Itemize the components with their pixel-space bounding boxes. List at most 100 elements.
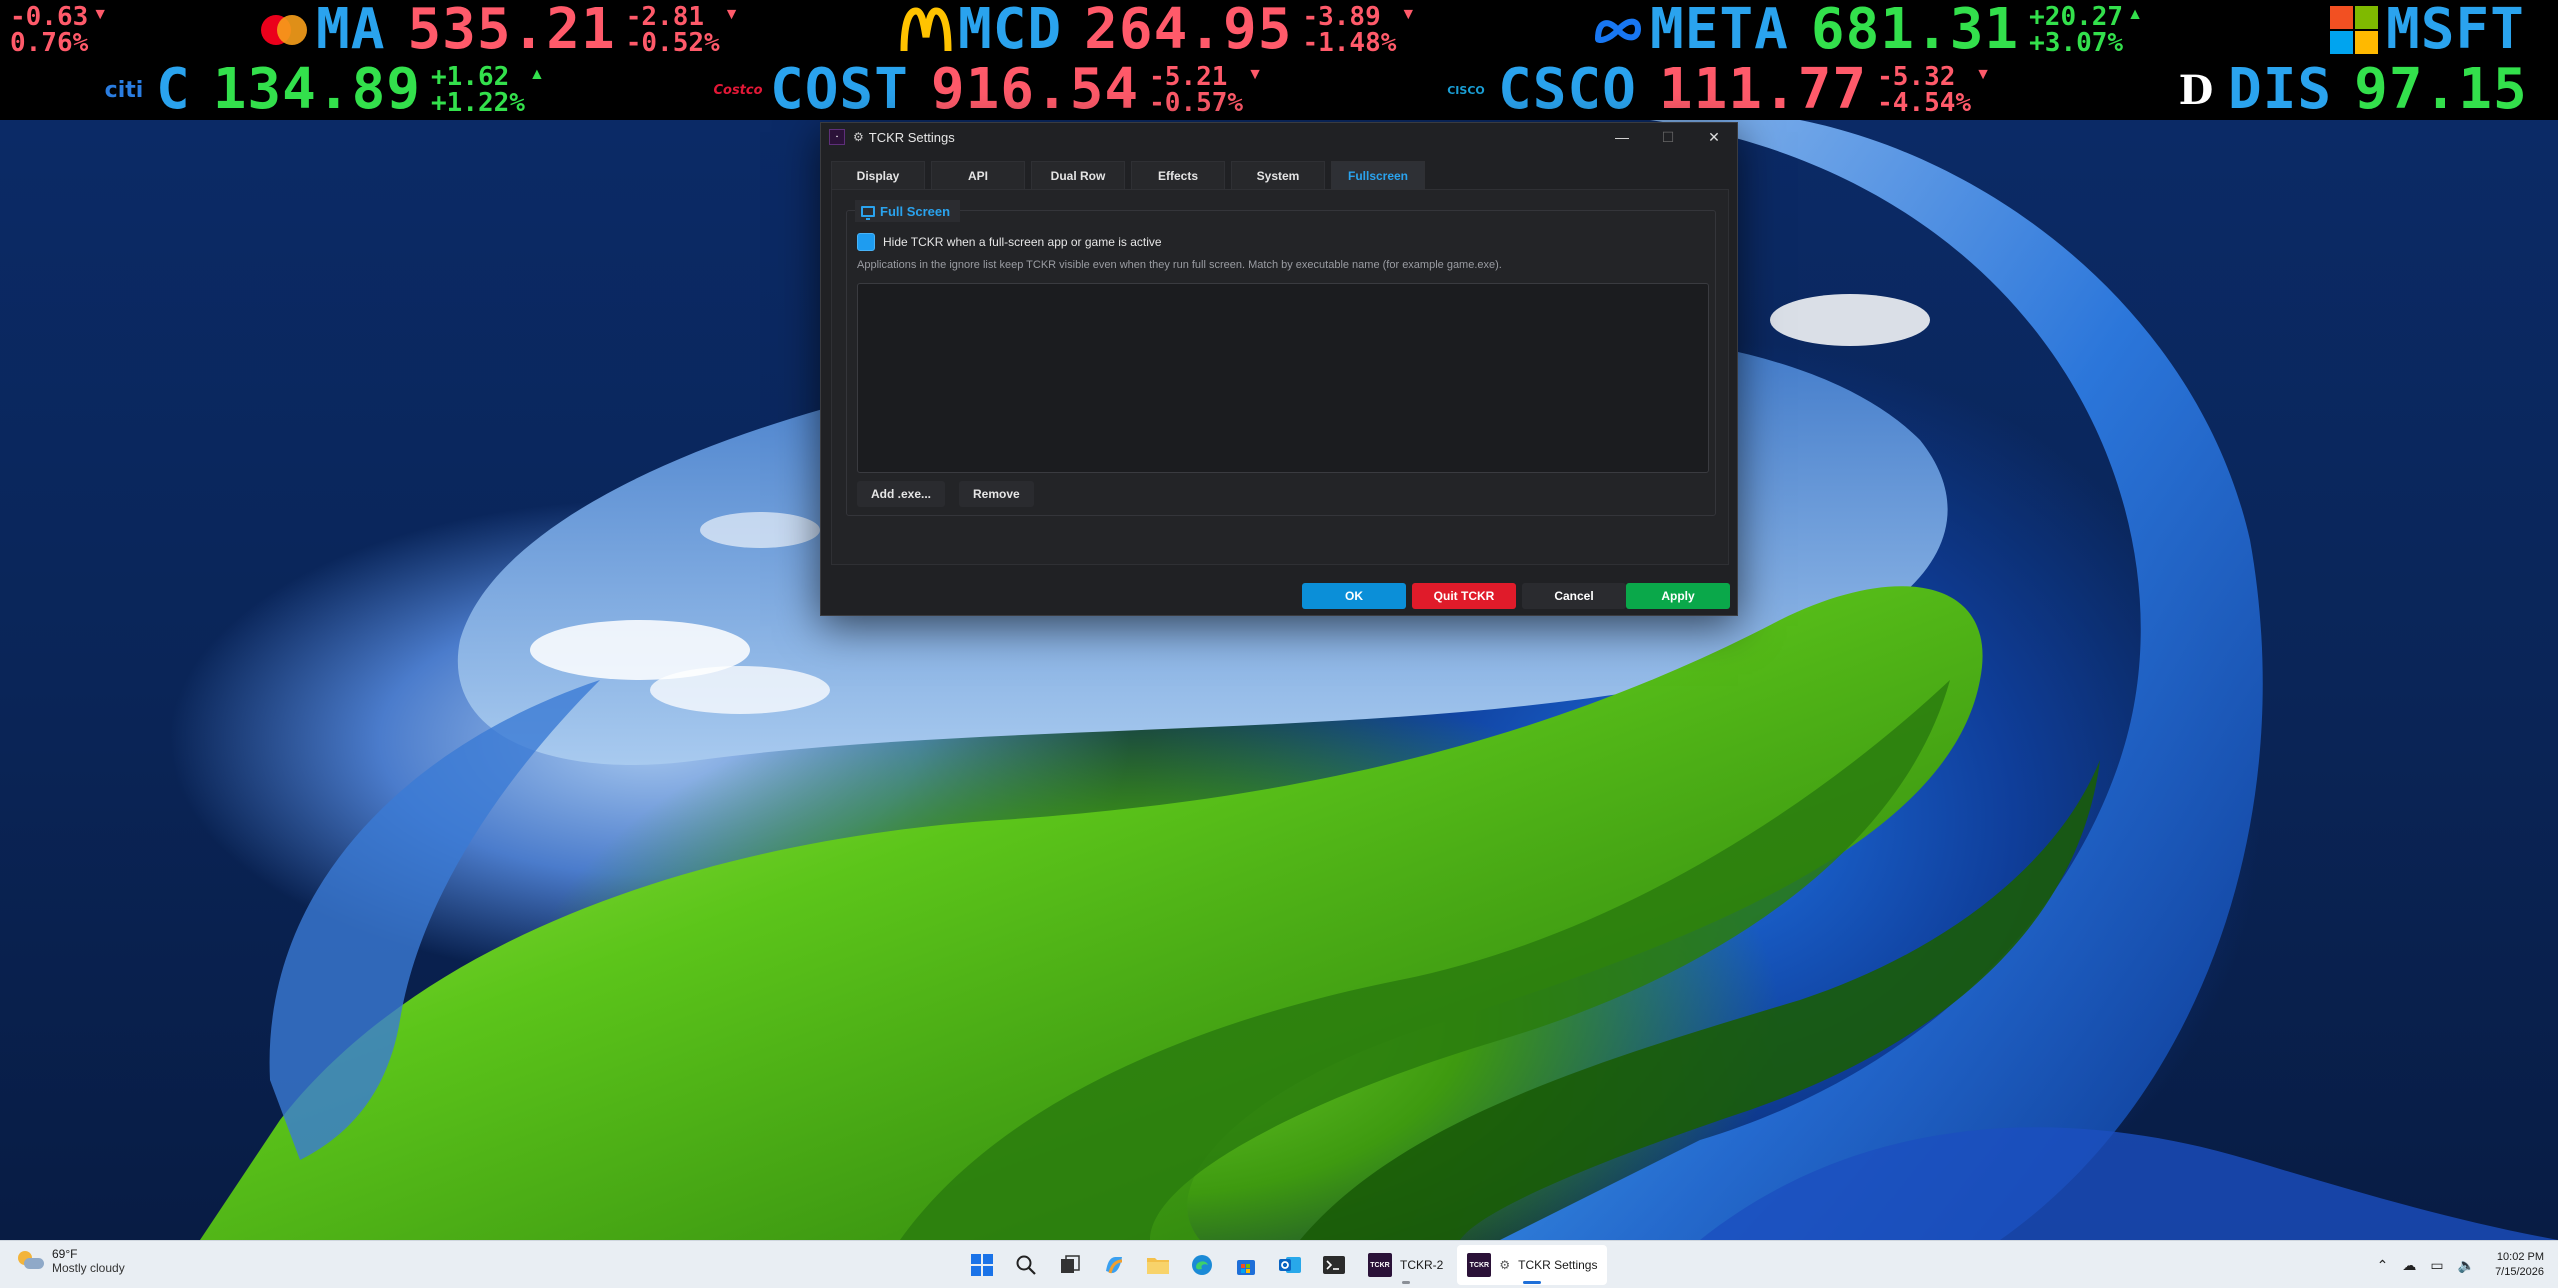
outlook-button[interactable] [1270,1245,1310,1285]
cisco-logo-icon: CISCO [1447,83,1485,97]
apply-button[interactable]: Apply [1626,583,1730,609]
minimize-button[interactable]: — [1599,123,1645,151]
tab-display[interactable]: Display [831,161,925,189]
chevron-up-icon[interactable]: ⌃ [2377,1257,2389,1274]
ticker-item-meta: META 681.31 +20.27 +3.07% ▲ [1592,0,2143,60]
file-explorer-button[interactable] [1138,1245,1178,1285]
ticker-price: 535.21 [407,0,616,62]
ignore-list-help-text: Applications in the ignore list keep TCK… [857,259,1502,271]
store-button[interactable] [1226,1245,1266,1285]
windows-logo-icon [971,1254,993,1276]
tab-system[interactable]: System [1231,161,1325,189]
maximize-icon: ☐ [1661,128,1675,145]
ticker-price: 111.77 [1658,57,1868,120]
ticker-item-ma: MA 535.21 -2.81 -0.52% ▼ [258,0,740,60]
ticker-price: 264.95 [1084,0,1293,62]
title-bar[interactable]: ▪ ⚙ TCKR Settings — ☐ ✕ [821,123,1737,151]
ticker-item-mcd: MCD 264.95 -3.89 -1.48% ▼ [900,0,1416,60]
ticker-item-cost: Costco COST 916.54 -5.21 -0.57% ▼ [712,57,1262,120]
cancel-button[interactable]: Cancel [1522,583,1626,609]
down-arrow-icon: ▼ [723,6,740,23]
ticker-change: -3.89 [1302,2,1381,32]
stock-ticker[interactable]: -0.63 0.76% ▼ MA 535.21 -2.81 -0.52% ▼ M… [0,0,2558,120]
ticker-symbol: MCD [958,0,1063,62]
volume-icon[interactable]: 🔈 [2458,1257,2475,1274]
edge-button[interactable] [1182,1245,1222,1285]
terminal-button[interactable] [1314,1245,1354,1285]
ticker-symbol: C [156,57,191,120]
ticker-symbol: CSCO [1498,57,1637,120]
search-button[interactable] [1006,1245,1046,1285]
ticker-percent: +1.22% [431,88,525,118]
taskbar-apps: TCKR TCKR-2 TCKR ⚙ TCKR Settings [962,1245,1608,1285]
maximize-button[interactable]: ☐ [1645,123,1691,151]
disney-logo-icon: D [2178,66,2214,114]
ticker-change-block: +20.27 +3.07% [2029,4,2123,56]
monitor-icon [861,205,875,220]
app-icon: ▪ [829,129,845,145]
search-icon [1016,1255,1036,1275]
close-button[interactable]: ✕ [1691,123,1737,151]
ticker-symbol: MA [316,0,386,62]
ticker-change: -2.81 [625,2,705,32]
mcdonalds-logo-icon [900,7,952,53]
up-arrow-icon: ▲ [2127,6,2143,23]
window-controls: — ☐ ✕ [1599,123,1737,151]
fullscreen-tab-pane: Full Screen Hide TCKR when a full-screen… [831,189,1729,565]
tab-bar: Display API Dual Row Effects System Full… [831,161,1425,189]
cloud-offline-icon[interactable]: ☁ [2402,1257,2416,1274]
taskbar-app-tckr-settings[interactable]: TCKR ⚙ TCKR Settings [1457,1245,1608,1285]
ticker-change-block: +1.62 +1.22% [431,64,525,116]
ticker-change-block: -2.81 -0.52% [626,4,720,56]
quit-tckr-button[interactable]: Quit TCKR [1412,583,1516,609]
minimize-icon: — [1615,129,1629,145]
network-icon[interactable]: ▭ [2430,1257,2443,1274]
weather-temperature: 69°F [52,1247,78,1261]
ignore-list[interactable] [857,283,1709,473]
weather-widget[interactable]: 69°F Mostly cloudy [16,1247,125,1275]
ticker-symbol: MSFT [2386,0,2525,62]
group-title: Full Screen [880,203,951,219]
store-icon [1237,1260,1255,1275]
ticker-change: -5.21 [1149,62,1228,92]
tab-effects[interactable]: Effects [1131,161,1225,189]
up-arrow-icon: ▲ [528,66,545,83]
ticker-symbol: COST [770,57,909,120]
ok-button[interactable]: OK [1302,583,1406,609]
tab-fullscreen[interactable]: Fullscreen [1331,161,1425,189]
weather-text: 69°F Mostly cloudy [52,1247,125,1275]
down-arrow-icon: ▼ [1975,66,1991,83]
add-exe-button[interactable]: Add .exe... [857,481,946,507]
task-view-icon [1061,1255,1080,1273]
active-indicator [1523,1281,1542,1284]
taskbar-app-tckr-2[interactable]: TCKR TCKR-2 [1358,1245,1453,1285]
ticker-percent: -1.48% [1302,28,1397,58]
taskbar-app-label: TCKR-2 [1400,1258,1444,1272]
clock[interactable]: 10:02 PM 7/15/2026 [2495,1250,2544,1280]
hide-when-fullscreen-row[interactable]: Hide TCKR when a full-screen app or game… [857,233,1162,251]
gear-icon: ⚙ [1499,1258,1511,1272]
task-view-button[interactable] [1050,1245,1090,1285]
ticker-change: +1.62 [431,62,510,92]
hide-when-fullscreen-checkbox[interactable] [857,233,875,251]
remove-button[interactable]: Remove [959,481,1034,507]
ticker-item-msft: MSFT [2328,0,2525,60]
tab-dual-row[interactable]: Dual Row [1031,161,1125,189]
start-button[interactable] [962,1245,1002,1285]
terminal-icon [1323,1256,1345,1274]
copilot-icon [1106,1257,1123,1274]
clock-time: 10:02 PM [2496,1251,2544,1263]
settings-dialog: ▪ ⚙ TCKR Settings — ☐ ✕ Display API Dual… [820,122,1738,616]
ticker-change: -5.32 [1877,62,1956,92]
tckr-app-icon: TCKR [1467,1253,1492,1277]
ticker-change-block: -5.32 -4.54% [1877,64,1971,116]
hide-when-fullscreen-label[interactable]: Hide TCKR when a full-screen app or game… [883,235,1162,249]
ticker-price: 681.31 [1810,0,2020,62]
ticker-percent: -4.54% [1877,88,1972,118]
ticker-item-dis: D DIS 97.15 [2170,60,2528,120]
ticker-row-2: citi C 134.89 +1.62 +1.22% ▲ Costco COST… [0,60,2558,120]
weather-condition: Mostly cloudy [52,1261,125,1275]
folder-icon [1147,1258,1169,1274]
tab-api[interactable]: API [931,161,1025,189]
copilot-button[interactable] [1094,1245,1134,1285]
